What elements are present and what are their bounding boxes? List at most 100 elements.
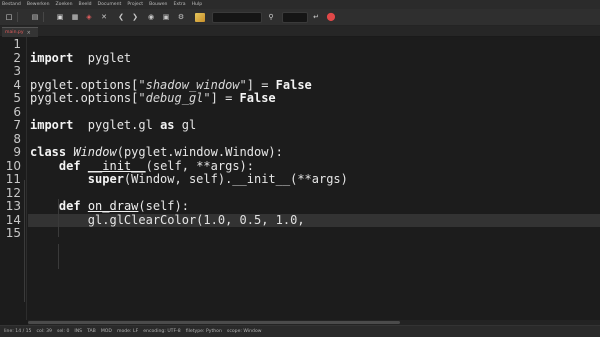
run-icon[interactable]: ⚙	[176, 12, 186, 22]
code-line[interactable]: import pyglet	[30, 50, 132, 66]
code-token: (self, **args):	[145, 158, 254, 173]
code-line[interactable]: pyglet.options["shadow_window"] = False	[30, 77, 312, 93]
line-number: 12	[5, 185, 21, 200]
line-number: 11	[5, 172, 21, 186]
line-number: 5	[13, 91, 21, 105]
open-file-icon[interactable]: ▤	[30, 12, 40, 22]
line-number: 10	[5, 158, 21, 173]
code-token: gl	[174, 118, 197, 132]
status-item: col: 39	[36, 329, 52, 334]
code-token: "shadow_window"	[138, 77, 247, 92]
menu-bar: Bestand Bewerken Zoeken Beeld Document Projec…	[0, 0, 600, 9]
code-line[interactable]: class Window(pyglet.window.Window):	[30, 145, 283, 160]
code-line[interactable]: import pyglet.gl as gl	[30, 118, 197, 133]
code-token: (self):	[138, 199, 189, 213]
menu-item-project[interactable]: Project	[127, 0, 143, 9]
menu-item-bouwen[interactable]: Bouwen	[149, 0, 167, 9]
status-item: mode: LF	[116, 329, 139, 334]
code-token: on_draw	[87, 199, 139, 213]
code-token: 1.0	[275, 212, 298, 227]
code-token: import	[30, 50, 74, 65]
save-all-icon[interactable]: ▦	[70, 12, 80, 22]
code-token: super	[87, 172, 124, 186]
code-line[interactable]: super(Window, self).__init__(**args)	[30, 172, 348, 187]
search-icon[interactable]: ⚲	[266, 12, 276, 22]
line-number: 6	[13, 104, 21, 119]
new-file-icon[interactable]: □	[4, 12, 14, 22]
menu-item-extra[interactable]: Extra	[173, 0, 185, 9]
code-token: gl.glClearColor(	[30, 212, 204, 227]
status-bar: line: 14 / 15 col: 39 sel: 0 INS TAB MOD mode:…	[0, 325, 600, 337]
code-token: ,	[225, 212, 240, 227]
menu-item-document[interactable]: Document	[98, 0, 122, 9]
compile-icon[interactable]: ◉	[146, 12, 156, 22]
navigate-forward-icon[interactable]: ❯	[130, 12, 140, 22]
search-input[interactable]	[212, 12, 262, 23]
status-item: encoding: UTF-8	[143, 329, 181, 334]
goto-line-input[interactable]	[282, 12, 308, 23]
tab-main-py[interactable]: main.py ×	[2, 27, 38, 37]
code-token: Window	[73, 145, 117, 159]
goto-line-icon[interactable]: ↵	[311, 12, 321, 22]
code-line[interactable]: def __init__(self, **args):	[30, 158, 254, 174]
line-number: 14	[5, 212, 21, 227]
code-token: __init__	[87, 158, 146, 173]
line-number: 2	[13, 50, 21, 65]
tab-bar: main.py ×	[0, 26, 600, 37]
code-token: ,	[261, 212, 276, 227]
menu-item-bewerken[interactable]: Bewerken	[27, 0, 50, 9]
line-number: 7	[13, 118, 21, 132]
status-item: TAB	[87, 329, 96, 334]
indent-guide	[58, 244, 59, 269]
menu-item-zoeken[interactable]: Zoeken	[56, 0, 73, 9]
build-icon[interactable]: ▣	[161, 12, 171, 22]
status-item: sel: 0	[56, 329, 70, 334]
code-token: import	[30, 118, 74, 132]
color-chooser-icon[interactable]	[195, 13, 205, 22]
code-token: pyglet	[73, 50, 132, 65]
code-token: class	[30, 145, 67, 159]
code-token: (Window, self).__init__(**args)	[123, 172, 348, 186]
code-token: "debug_gl"	[138, 91, 211, 105]
code-token: ] =	[246, 77, 276, 92]
status-item: INS	[74, 329, 83, 334]
code-line[interactable]: pyglet.options["debug_gl"] = False	[30, 91, 276, 106]
code-token: pyglet.options[	[30, 77, 139, 92]
revert-icon[interactable]: ◈	[84, 12, 94, 22]
menu-item-bestand[interactable]: Bestand	[2, 0, 21, 9]
line-number: 4	[13, 77, 21, 92]
code-token: False	[239, 91, 276, 105]
code-token: def	[58, 199, 81, 213]
tab-close-icon[interactable]: ×	[27, 30, 31, 36]
line-number-gutter: 1 2 3 4 5 6 7 8 9 10 11 12 13 14 15	[0, 37, 27, 320]
code-line[interactable]: def on_draw(self):	[30, 199, 189, 214]
toolbar-separator	[43, 12, 44, 22]
scrollbar-thumb[interactable]	[28, 321, 400, 324]
code-token: def	[58, 158, 81, 173]
code-token: (pyglet.window.Window):	[116, 145, 283, 159]
fold-marker	[24, 180, 25, 302]
tab-label: main.py	[5, 30, 24, 35]
code-token: ,	[297, 212, 305, 227]
code-editor[interactable]: 1 2 3 4 5 6 7 8 9 10 11 12 13 14 15 import pyglet pygle…	[0, 37, 600, 320]
code-line[interactable]: gl.glClearColor(1.0, 0.5, 1.0,	[30, 212, 305, 228]
menu-item-beeld[interactable]: Beeld	[79, 0, 92, 9]
code-token: 1.0	[203, 212, 226, 227]
code-token: False	[275, 77, 312, 92]
menu-item-hulp[interactable]: Hulp	[192, 0, 203, 9]
line-number: 3	[13, 64, 21, 78]
status-item: MOD	[100, 329, 112, 334]
code-token: pyglet.gl	[73, 118, 161, 132]
line-number: 13	[5, 199, 21, 213]
close-icon[interactable]: ✕	[99, 12, 109, 22]
status-item: filetype: Python	[185, 329, 222, 334]
navigate-back-icon[interactable]: ❮	[116, 12, 126, 22]
toolbar-separator	[17, 12, 18, 22]
line-number: 9	[13, 145, 21, 159]
save-icon[interactable]: ▣	[55, 12, 65, 22]
line-number: 15	[5, 226, 21, 240]
quit-icon[interactable]: ⬤	[326, 12, 336, 22]
